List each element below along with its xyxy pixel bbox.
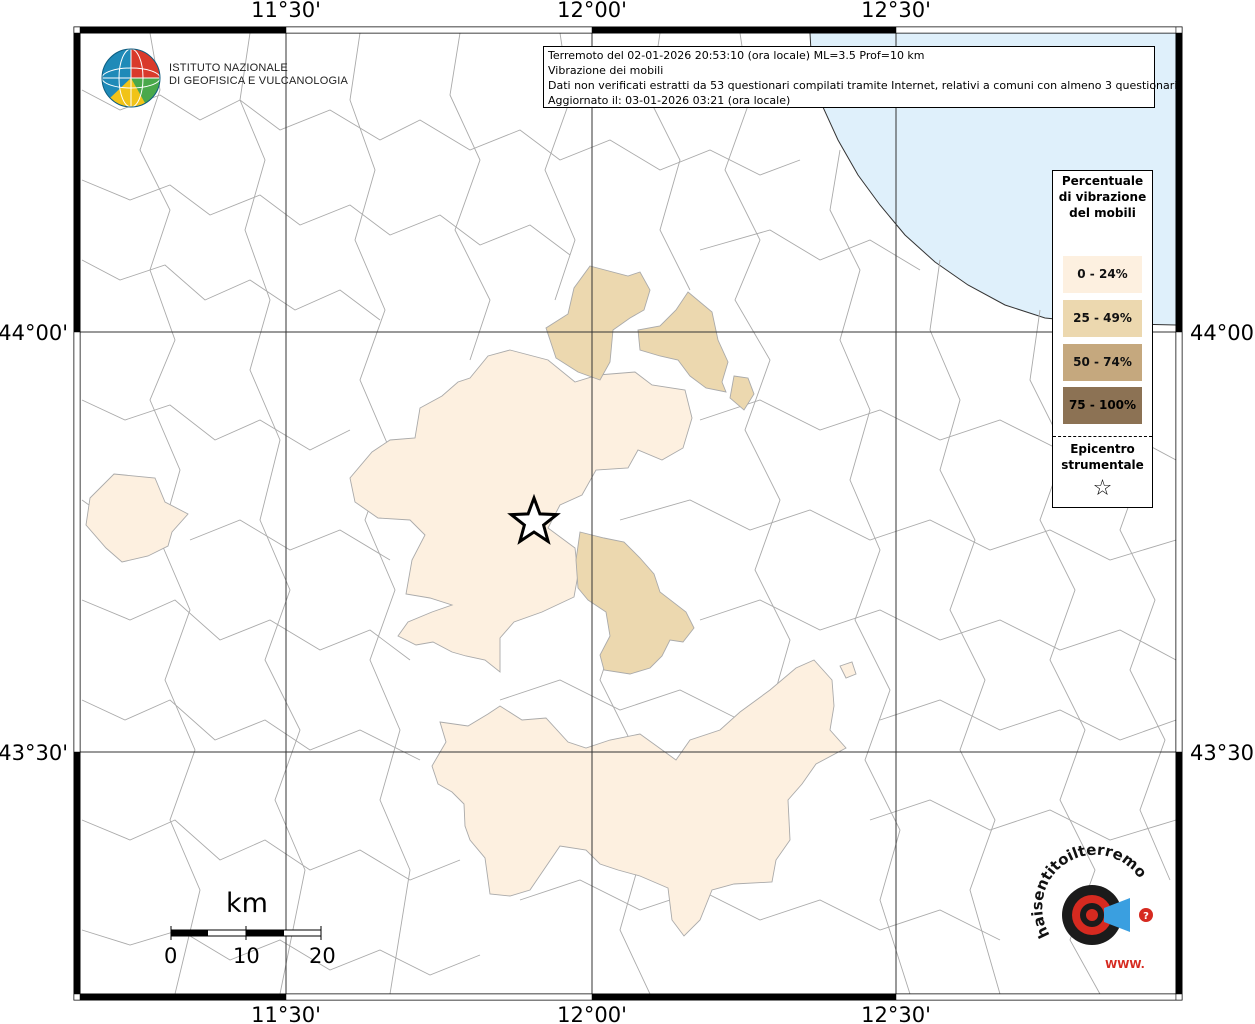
lon-label-top-1: 11°30' [251, 0, 321, 22]
legend-epicenter-label: Epicentro strumentale [1061, 442, 1144, 472]
legend-star-icon: ☆ [1092, 476, 1113, 501]
scale-tick-0: 0 [164, 944, 178, 968]
legend-class-25-49: 25 - 49% [1063, 300, 1142, 337]
legend-title: Percentuale di vibrazione del mobili [1058, 174, 1147, 220]
legend-class-label: 0 - 24% [1077, 267, 1128, 281]
map-canvas: 11°30' 12°00' 12°30' 11°30' 12°00' 12°30… [0, 0, 1255, 1024]
lat-label-right-1: 44°00' [1190, 321, 1255, 345]
lon-label-bottom-2: 12°00' [557, 1003, 627, 1024]
legend-class-label: 25 - 49% [1073, 311, 1132, 325]
organization-name: Istituto Nazionale di Geofisica e Vulcan… [169, 62, 348, 88]
legend-class-label: 50 - 74% [1073, 355, 1132, 369]
legend-class-50-74: 50 - 74% [1063, 344, 1142, 381]
lon-label-bottom-3: 12°30' [861, 1003, 931, 1024]
lon-label-top-3: 12°30' [861, 0, 931, 22]
event-info-line2: Vibrazione dei mobili [548, 64, 664, 77]
legend: Percentuale di vibrazione del mobili 0 -… [1052, 170, 1153, 508]
legend-divider [1053, 436, 1152, 437]
scale-tick-10: 10 [233, 944, 260, 968]
organization-name-line1: Istituto Nazionale [169, 62, 288, 74]
svg-text:?: ? [1143, 911, 1149, 922]
lat-label-left-2: 43°30' [0, 741, 68, 765]
scale-tick-20: 20 [309, 944, 336, 968]
lon-label-bottom-1: 11°30' [251, 1003, 321, 1024]
event-info-line1: Terremoto del 02-01-2026 20:53:10 (ora l… [548, 49, 925, 62]
ingv-globe-logo [101, 48, 161, 108]
lon-label-top-2: 12°00' [557, 0, 627, 22]
legend-class-75-100: 75 - 100% [1063, 387, 1142, 424]
event-info-line4: Aggiornato il: 03-01-2026 03:21 (ora loc… [548, 94, 791, 107]
event-info-box: Terremoto del 02-01-2026 20:53:10 (ora l… [543, 46, 1181, 108]
lat-label-left-1: 44°00' [0, 321, 68, 345]
legend-class-label: 75 - 100% [1068, 398, 1137, 412]
legend-class-0-24: 0 - 24% [1063, 256, 1142, 293]
organization-name-line2: di Geofisica e Vulcanologia [169, 75, 348, 87]
lat-label-right-2: 43°30' [1190, 741, 1255, 765]
brand-url-text: WWW. [1105, 958, 1145, 971]
event-info-line3: Dati non verificati estratti da 53 quest… [548, 79, 1181, 92]
scale-unit: km [226, 888, 268, 919]
